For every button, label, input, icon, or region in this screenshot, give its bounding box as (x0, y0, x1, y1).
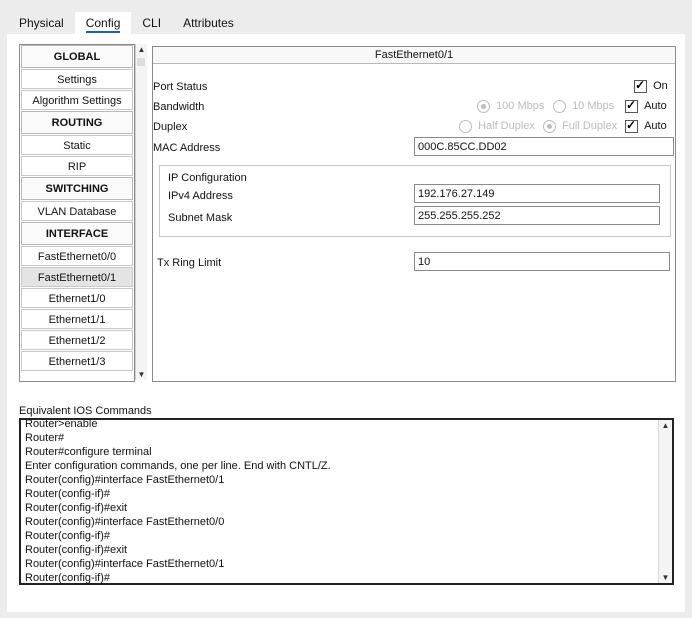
tab-physical-label: Physical (19, 16, 64, 30)
scroll-down-icon[interactable]: ▼ (136, 369, 147, 380)
sidebar-section-header: GLOBAL (21, 45, 133, 68)
sidebar-item[interactable]: Ethernet1/0 (21, 288, 133, 308)
interface-title: FastEthernet0/1 (153, 47, 675, 64)
ipv4-address-label: IPv4 Address (168, 190, 233, 202)
ios-scroll-down-icon[interactable]: ▼ (659, 572, 672, 583)
half-duplex-label: Half Duplex (478, 120, 535, 133)
tx-ring-limit-label: Tx Ring Limit (157, 257, 222, 269)
ios-command-line: Router>enable (25, 418, 98, 430)
tab-attributes[interactable]: Attributes (172, 12, 245, 34)
tab-bar: Physical Config CLI Attributes (8, 12, 245, 36)
sidebar-section-header: ROUTING (21, 111, 133, 134)
ios-scroll-up-icon[interactable]: ▲ (659, 420, 672, 431)
sidebar-item[interactable]: Ethernet1/2 (21, 330, 133, 350)
sidebar-section-header: INTERFACE (21, 222, 133, 245)
tab-cli-label: CLI (142, 16, 162, 30)
ios-command-line: Router(config)#interface FastEthernet0/0 (25, 516, 225, 528)
ios-command-line: Router(config-if)# (25, 488, 110, 500)
duplex-auto-label: Auto (644, 120, 667, 133)
ip-config-label: IP Configuration (168, 172, 247, 184)
sidebar-item[interactable]: RIP (21, 156, 133, 176)
ios-command-line: Router(config)#interface FastEthernet0/1 (25, 474, 225, 486)
tab-physical[interactable]: Physical (8, 12, 75, 34)
duplex-auto-checkbox[interactable] (625, 118, 638, 133)
ipv4-address-field[interactable]: 192.176.27.149 (414, 184, 660, 203)
scroll-up-icon[interactable]: ▲ (136, 44, 147, 55)
tab-attributes-label: Attributes (183, 16, 234, 30)
ios-command-line: Router(config-if)# (25, 530, 110, 542)
config-sidebar: GLOBAL Settings Algorithm Settings ROUTING S… (19, 44, 135, 382)
sidebar-item[interactable]: Settings (21, 69, 133, 89)
tab-config[interactable]: Config (74, 12, 132, 34)
sidebar-scrollbar[interactable]: ▲ ▼ (135, 44, 147, 380)
port-status-label: Port Status (153, 81, 208, 93)
tx-ring-limit-field[interactable]: 10 (414, 252, 670, 271)
tab-config-label: Config (85, 16, 121, 33)
sidebar-item[interactable]: VLAN Database (21, 201, 133, 221)
bandwidth-10-radio[interactable] (553, 100, 566, 113)
ios-command-line: Router#configure terminal (25, 446, 152, 458)
sidebar-item[interactable]: Algorithm Settings (21, 90, 133, 110)
mac-address-label: MAC Address (153, 142, 221, 154)
sidebar-item[interactable]: FastEthernet0/1 (21, 267, 133, 287)
bandwidth-auto-label: Auto (644, 100, 667, 113)
ios-command-line: Enter configuration commands, one per li… (25, 460, 331, 472)
sidebar-item[interactable]: Static (21, 135, 133, 155)
port-status-checkbox[interactable] (634, 78, 647, 93)
ios-command-line: Router# (25, 432, 65, 444)
ios-commands-console[interactable]: Router>enable Router# Router#configure ter… (19, 418, 674, 585)
scroll-thumb[interactable] (137, 58, 145, 66)
sidebar-item[interactable]: Ethernet1/3 (21, 351, 133, 371)
ios-commands-text: Router>enable Router# Router#configure ter… (21, 418, 672, 584)
port-status-on-label: On (653, 80, 668, 93)
ios-commands-label: Equivalent IOS Commands (19, 405, 152, 417)
bandwidth-auto-checkbox[interactable] (625, 98, 638, 113)
sidebar-item[interactable]: Ethernet1/1 (21, 309, 133, 329)
mac-address-field[interactable]: 000C.85CC.DD02 (414, 137, 674, 156)
bandwidth-100-radio[interactable] (477, 100, 490, 113)
ios-command-line: Router(config-if)# (25, 572, 110, 584)
ios-command-line: Router(config-if)#exit (25, 502, 128, 514)
sidebar-section-header: SWITCHING (21, 177, 133, 200)
bandwidth-10-label: 10 Mbps (572, 100, 615, 113)
ios-command-line: Router(config-if)#exit (25, 544, 128, 556)
tab-cli[interactable]: CLI (131, 12, 172, 34)
half-duplex-radio[interactable] (459, 120, 472, 133)
ios-scrollbar[interactable]: ▲ ▼ (658, 420, 672, 583)
subnet-mask-field[interactable]: 255.255.255.252 (414, 206, 660, 225)
bandwidth-100-label: 100 Mbps (496, 100, 545, 113)
subnet-mask-label: Subnet Mask (168, 212, 233, 224)
sidebar-item[interactable]: FastEthernet0/0 (21, 246, 133, 266)
bandwidth-label: Bandwidth (153, 101, 205, 113)
interface-settings: FastEthernet0/1 Port Status On Bandwidth… (152, 46, 676, 382)
full-duplex-radio[interactable] (543, 120, 556, 133)
ip-config-group: IP Configuration IPv4 Address Subnet Mas… (159, 165, 671, 237)
full-duplex-label: Full Duplex (562, 120, 618, 133)
duplex-label: Duplex (153, 121, 188, 133)
ios-command-line: Router(config)#interface FastEthernet0/1 (25, 558, 225, 570)
